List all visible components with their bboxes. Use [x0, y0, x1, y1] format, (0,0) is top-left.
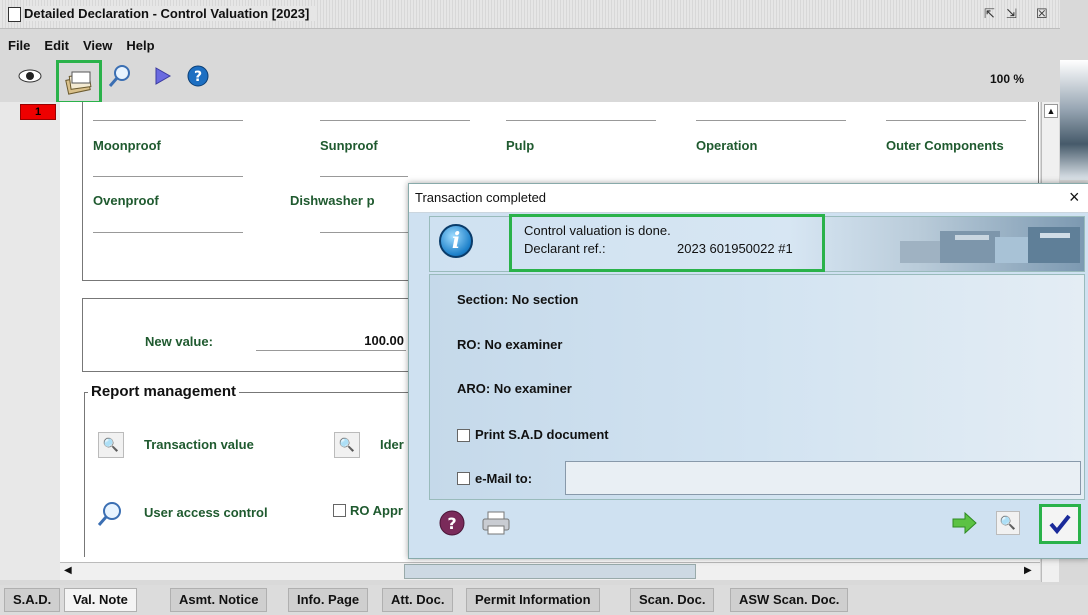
dialog-message: Control valuation is done.: [524, 223, 671, 238]
page-strip: [0, 102, 61, 580]
play-icon[interactable]: [148, 62, 176, 90]
menu-file[interactable]: File: [8, 38, 30, 53]
background-photo: [1060, 60, 1088, 180]
svg-text:?: ?: [194, 69, 202, 85]
tab-sad[interactable]: S.A.D.: [4, 588, 61, 612]
tab-scan-doc[interactable]: Scan. Doc.: [630, 588, 715, 612]
checkmark-icon: [1049, 514, 1071, 535]
new-value-amount: 100.00: [364, 333, 404, 348]
dialog-close-icon[interactable]: ×: [1069, 187, 1080, 208]
tab-info-page[interactable]: Info. Page: [288, 588, 369, 612]
maximize-icon[interactable]: ⇲: [1006, 6, 1017, 22]
scroll-right-arrow-icon[interactable]: ▶: [1024, 565, 1032, 576]
menu-bar: File Edit View Help: [0, 38, 161, 58]
report-magnifier-icon[interactable]: 🔍: [334, 432, 360, 458]
print-sad-label: Print S.A.D document: [475, 427, 609, 442]
scroll-thumb[interactable]: [404, 564, 696, 579]
magnifier-icon[interactable]: [106, 62, 134, 90]
report-user-access-control[interactable]: User access control: [144, 505, 268, 520]
print-icon[interactable]: [481, 508, 511, 538]
eye-icon[interactable]: [16, 62, 44, 90]
window-title-bar: Detailed Declaration - Control Valuation…: [0, 0, 1060, 29]
field-pulp: Pulp: [506, 138, 535, 153]
scroll-up-arrow-icon[interactable]: ▲: [1044, 104, 1058, 118]
tab-asw-scan-doc[interactable]: ASW Scan. Doc.: [730, 588, 849, 612]
ok-checkmark-button[interactable]: [1039, 504, 1081, 544]
field-rule: [320, 176, 408, 177]
field-rule: [886, 120, 1026, 121]
window-title: Detailed Declaration - Control Valuation…: [24, 6, 316, 21]
report-transaction-value[interactable]: Transaction value: [144, 437, 254, 452]
preview-magnifier-icon[interactable]: 🔍: [993, 508, 1023, 538]
documents-icon-button[interactable]: [56, 60, 102, 104]
report-management-title: Report management: [88, 383, 240, 400]
field-rule: [93, 120, 243, 121]
declarant-ref-label: Declarant ref.:: [524, 241, 606, 256]
page-tab-1[interactable]: 1: [20, 104, 56, 120]
dialog-title: Transaction completed: [415, 190, 547, 205]
help-icon[interactable]: ?: [184, 62, 212, 90]
document-icon: [8, 7, 21, 22]
dialog-help-icon[interactable]: ?: [437, 508, 467, 538]
tab-permit-information[interactable]: Permit Information: [466, 588, 600, 612]
ro-approval-checkbox[interactable]: [333, 504, 346, 517]
field-rule: [696, 120, 846, 121]
print-sad-checkbox[interactable]: [457, 429, 470, 442]
tab-val-note[interactable]: Val. Note: [64, 588, 137, 612]
close-window-icon[interactable]: ☒: [1036, 6, 1048, 22]
report-ider[interactable]: Ider: [380, 437, 408, 452]
field-rule: [320, 120, 470, 121]
report-management-box: [84, 392, 409, 557]
email-checkbox[interactable]: [457, 472, 470, 485]
field-rule: [320, 232, 408, 233]
zoom-level: 100 %: [990, 72, 1025, 86]
ro-text: RO: No examiner: [457, 337, 563, 352]
new-value-rule: [256, 350, 406, 351]
field-sunproof: Sunproof: [320, 138, 378, 153]
aro-text: ARO: No examiner: [457, 381, 572, 396]
declarant-ref-value: 2023 601950022 #1: [677, 241, 793, 256]
bottom-tab-bar: S.A.D. Val. Note Asmt. Notice Info. Page…: [0, 585, 1088, 615]
section-text: Section: No section: [457, 292, 579, 307]
menu-help[interactable]: Help: [126, 38, 154, 53]
field-rule: [93, 232, 243, 233]
tab-asmt-notice[interactable]: Asmt. Notice: [170, 588, 268, 612]
menu-edit[interactable]: Edit: [44, 38, 69, 53]
transaction-completed-dialog: Transaction completed × i Control valuat…: [408, 183, 1088, 559]
svg-text:?: ?: [447, 514, 456, 533]
next-arrow-icon[interactable]: [949, 508, 979, 538]
field-dishwasher: Dishwasher p: [290, 193, 375, 208]
scroll-left-arrow-icon[interactable]: ◀: [64, 565, 72, 576]
user-access-magnifier-icon[interactable]: [96, 500, 124, 531]
ro-approval-label: RO Appr: [350, 503, 403, 518]
info-icon: i: [439, 224, 473, 258]
horizontal-scrollbar[interactable]: ◀ ▶: [60, 562, 1040, 580]
report-magnifier-icon[interactable]: 🔍: [98, 432, 124, 458]
field-rule: [93, 176, 243, 177]
minimize-icon[interactable]: ⇱: [984, 6, 995, 22]
menu-view[interactable]: View: [83, 38, 112, 53]
field-outer-components: Outer Components: [886, 138, 1004, 153]
email-label: e-Mail to:: [475, 471, 533, 486]
field-moonproof: Moonproof: [93, 138, 161, 153]
field-operation: Operation: [696, 138, 758, 153]
tab-att-doc[interactable]: Att. Doc.: [382, 588, 454, 612]
field-rule: [506, 120, 656, 121]
field-ovenproof: Ovenproof: [93, 193, 159, 208]
containers-photo: [900, 227, 1080, 263]
email-input[interactable]: [565, 461, 1081, 495]
dialog-title-bar: Transaction completed ×: [409, 184, 1088, 213]
message-box: Control valuation is done. Declarant ref…: [509, 214, 825, 272]
new-value-label: New value:: [145, 334, 213, 349]
